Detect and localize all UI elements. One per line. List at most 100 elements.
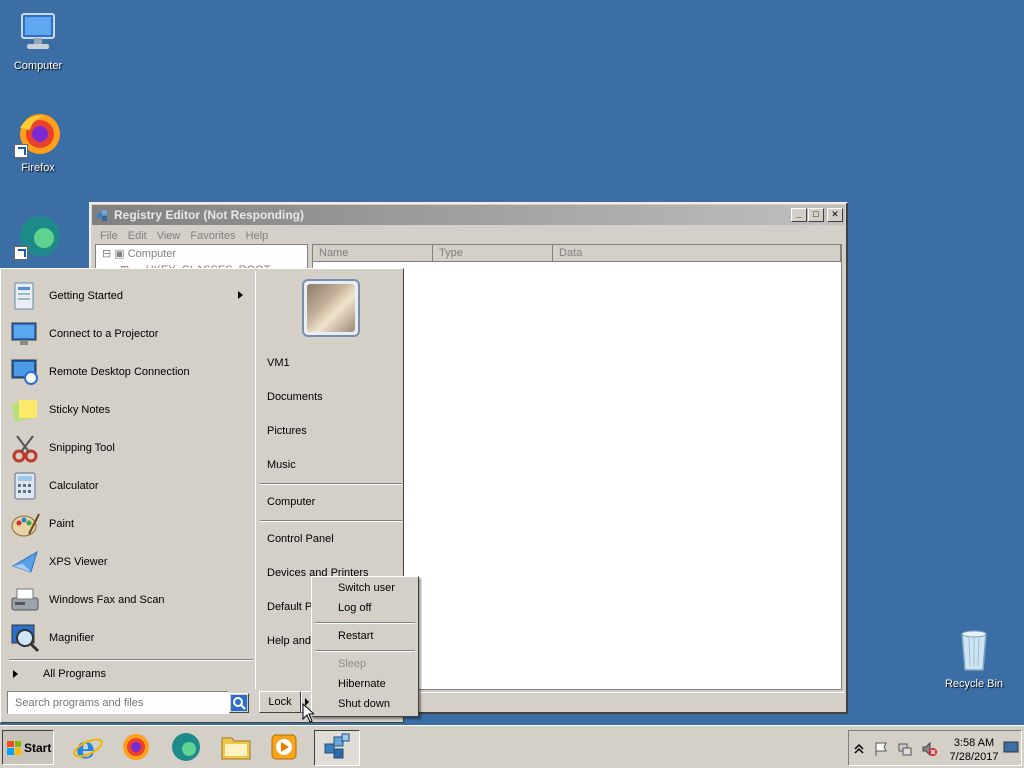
link-user-folder[interactable]: VM1 bbox=[267, 357, 290, 369]
program-label: Windows Fax and Scan bbox=[49, 594, 165, 606]
mouse-cursor-icon bbox=[302, 703, 314, 723]
menu-item-log-off[interactable]: Log off bbox=[338, 602, 371, 614]
clock[interactable]: 3:58 AM 7/28/2017 bbox=[947, 736, 1001, 764]
program-getting-started[interactable]: Getting Started bbox=[9, 279, 253, 313]
firefox-icon bbox=[121, 732, 151, 765]
submenu-arrow-icon bbox=[238, 291, 243, 299]
menu-view[interactable]: View bbox=[152, 230, 186, 242]
menu-edit[interactable]: Edit bbox=[123, 230, 152, 242]
menu-item-restart[interactable]: Restart bbox=[338, 630, 373, 642]
shortcut-arrow-icon bbox=[14, 144, 28, 158]
column-headers: Name Type Data bbox=[313, 245, 841, 262]
recycle-bin-icon bbox=[950, 626, 998, 674]
search-button[interactable] bbox=[229, 693, 249, 713]
program-sticky-notes[interactable]: Sticky Notes bbox=[9, 393, 253, 427]
start-button[interactable]: Start bbox=[2, 730, 54, 765]
paint-icon bbox=[9, 508, 41, 540]
taskbar-edge[interactable] bbox=[166, 730, 206, 766]
taskbar-file-explorer[interactable] bbox=[216, 730, 256, 766]
volume-muted-icon[interactable] bbox=[921, 741, 937, 757]
edge-icon bbox=[14, 212, 62, 260]
submenu-divider bbox=[315, 622, 415, 624]
xps-viewer-icon bbox=[9, 546, 41, 578]
media-player-icon bbox=[270, 733, 298, 764]
program-paint[interactable]: Paint bbox=[9, 507, 253, 541]
network-icon[interactable] bbox=[897, 741, 913, 757]
desktop-icon-label: Firefox bbox=[21, 162, 55, 174]
program-label: Remote Desktop Connection bbox=[49, 366, 190, 378]
program-label: Calculator bbox=[49, 480, 99, 492]
program-label: XPS Viewer bbox=[49, 556, 108, 568]
link-music[interactable]: Music bbox=[267, 459, 296, 471]
internet-explorer-icon: e bbox=[72, 731, 104, 766]
taskbar-firefox[interactable] bbox=[116, 730, 156, 766]
program-label: Getting Started bbox=[49, 290, 123, 302]
desktop-icon-recycle-bin[interactable]: Recycle Bin bbox=[936, 626, 1012, 690]
show-hidden-icons-button[interactable] bbox=[853, 741, 869, 757]
desktop-icon-label: Computer bbox=[13, 60, 63, 72]
registry-editor-icon bbox=[96, 208, 110, 222]
link-pictures[interactable]: Pictures bbox=[267, 425, 307, 437]
taskbar-registry-editor[interactable] bbox=[314, 730, 360, 766]
program-fax-scan[interactable]: Windows Fax and Scan bbox=[9, 583, 253, 617]
window-titlebar[interactable]: Registry Editor (Not Responding) _ □ ✕ bbox=[92, 205, 845, 225]
link-default-programs[interactable]: Default P bbox=[267, 601, 312, 613]
menu-help[interactable]: Help bbox=[241, 230, 274, 242]
program-xps-viewer[interactable]: XPS Viewer bbox=[9, 545, 253, 579]
menu-item-sleep: Sleep bbox=[338, 658, 367, 670]
places-divider bbox=[260, 520, 402, 522]
desktop-icon-firefox[interactable]: Firefox bbox=[0, 110, 76, 174]
menu-item-switch-user[interactable]: Switch user bbox=[338, 582, 395, 594]
lock-button[interactable]: Lock bbox=[259, 691, 301, 713]
column-name[interactable]: Name bbox=[313, 245, 433, 261]
link-documents[interactable]: Documents bbox=[267, 391, 323, 403]
programs-divider bbox=[9, 659, 253, 661]
taskbar-media-player[interactable] bbox=[264, 730, 304, 766]
computer-icon bbox=[14, 8, 62, 56]
fax-scan-icon bbox=[9, 584, 41, 616]
desktop-icon-edge[interactable] bbox=[0, 212, 76, 264]
column-data[interactable]: Data bbox=[553, 245, 841, 261]
desktop-icon-computer[interactable]: Computer bbox=[0, 8, 76, 72]
search-input[interactable] bbox=[7, 691, 229, 714]
all-programs-button[interactable]: All Programs bbox=[13, 668, 106, 680]
submenu-divider bbox=[315, 650, 415, 652]
calculator-icon bbox=[9, 470, 41, 502]
menu-favorites[interactable]: Favorites bbox=[185, 230, 240, 242]
program-snipping-tool[interactable]: Snipping Tool bbox=[9, 431, 253, 465]
maximize-button[interactable]: □ bbox=[808, 208, 824, 222]
program-label: Snipping Tool bbox=[49, 442, 115, 454]
desktop-icon-label: Recycle Bin bbox=[944, 678, 1004, 690]
file-explorer-icon bbox=[220, 732, 252, 765]
tree-node-computer[interactable]: ⊟ ▣ Computer bbox=[102, 247, 176, 260]
getting-started-icon bbox=[9, 280, 41, 312]
taskbar-internet-explorer[interactable]: e bbox=[68, 730, 108, 766]
link-control-panel[interactable]: Control Panel bbox=[267, 533, 334, 545]
program-calculator[interactable]: Calculator bbox=[9, 469, 253, 503]
menu-item-shut-down[interactable]: Shut down bbox=[338, 698, 390, 710]
program-remote-desktop[interactable]: Remote Desktop Connection bbox=[9, 355, 253, 389]
program-connect-projector[interactable]: Connect to a Projector bbox=[9, 317, 253, 351]
clock-date: 7/28/2017 bbox=[949, 751, 999, 763]
show-desktop-icon[interactable] bbox=[1003, 741, 1019, 757]
user-avatar[interactable] bbox=[302, 279, 360, 337]
menu-item-hibernate[interactable]: Hibernate bbox=[338, 678, 386, 690]
taskbar: Start e 3:58 AM 7/28/2017 bbox=[0, 725, 1024, 768]
action-center-flag-icon[interactable] bbox=[873, 741, 889, 757]
program-label: Magnifier bbox=[49, 632, 95, 644]
menu-file[interactable]: File bbox=[95, 230, 123, 242]
link-help-support[interactable]: Help and bbox=[267, 635, 311, 647]
close-button[interactable]: ✕ bbox=[827, 208, 843, 222]
edge-icon bbox=[170, 731, 202, 766]
start-label: Start bbox=[24, 740, 52, 755]
minimize-button[interactable]: _ bbox=[791, 208, 807, 222]
link-computer[interactable]: Computer bbox=[267, 496, 315, 508]
menu-bar: File Edit View Favorites Help bbox=[91, 226, 846, 245]
column-type[interactable]: Type bbox=[433, 245, 553, 261]
start-programs-pane: Getting Started Connect to a Projector R… bbox=[3, 271, 253, 689]
power-submenu: Switch user Log off Restart Sleep Hibern… bbox=[311, 576, 419, 717]
remote-desktop-icon bbox=[9, 356, 41, 388]
avatar-picture bbox=[307, 284, 355, 332]
places-divider bbox=[260, 483, 402, 485]
program-magnifier[interactable]: Magnifier bbox=[9, 621, 253, 655]
